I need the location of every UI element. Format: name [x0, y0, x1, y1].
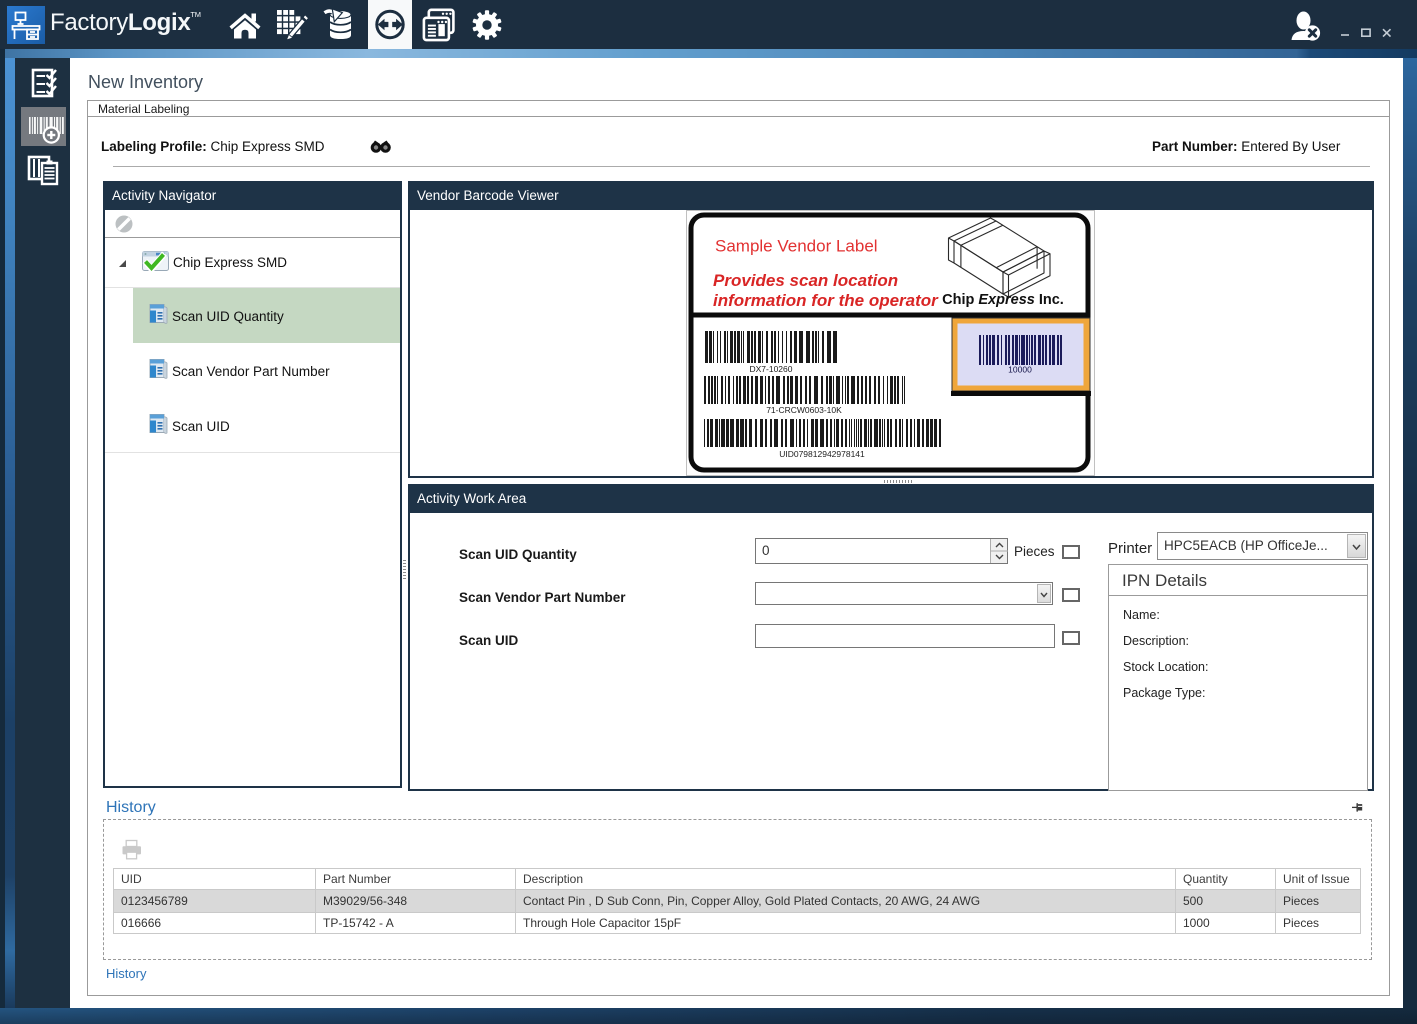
svg-text:71-CRCW0603-10K: 71-CRCW0603-10K	[766, 405, 842, 415]
svg-text:10000: 10000	[1008, 365, 1032, 375]
svg-text:Sample Vendor Label: Sample Vendor Label	[715, 237, 878, 256]
svg-text:DX7-10260: DX7-10260	[749, 364, 792, 374]
svg-text:information for the operator: information for the operator	[713, 291, 939, 310]
svg-text:UID079812942978141: UID079812942978141	[779, 449, 865, 459]
svg-text:Chip Express Inc.: Chip Express Inc.	[942, 292, 1064, 308]
svg-text:Provides scan location: Provides scan location	[713, 271, 898, 290]
